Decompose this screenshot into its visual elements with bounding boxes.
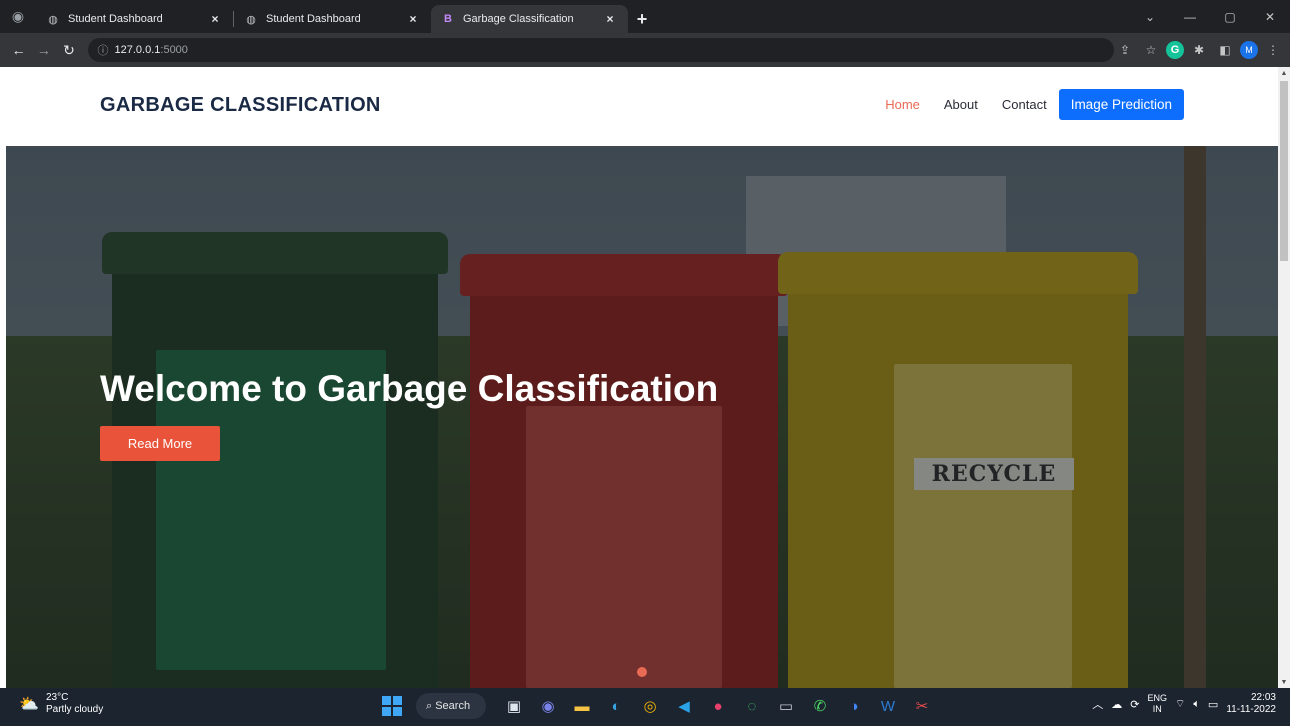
forward-arrow-icon[interactable]: →	[31, 37, 56, 63]
side-panel-icon[interactable]: ◧	[1214, 39, 1236, 61]
tray-chevron-up-icon[interactable]: ︿	[1092, 696, 1103, 712]
extensions-puzzle-icon[interactable]: ✱	[1188, 39, 1210, 61]
site-logo[interactable]: GARBAGE CLASSIFICATION	[100, 94, 381, 117]
loading-ring-icon[interactable]: ◌	[738, 692, 766, 720]
profile-avatar[interactable]: M	[1240, 41, 1258, 59]
wifi-icon[interactable]: ⌔	[1175, 697, 1185, 711]
tab-close-icon[interactable]: ×	[207, 11, 223, 27]
chrome-icon[interactable]: ◎	[636, 692, 664, 720]
taskbar-search-label: Search	[435, 700, 471, 712]
taskbar-apps: ⌕ Search ▣ ◉ ▬ ◐ ◎ ◀ ● ◌ ▭ ✆ ◑ W ✂	[382, 692, 936, 720]
scroll-down-arrow-icon[interactable]: ▼	[1278, 676, 1290, 688]
word-icon[interactable]: W	[874, 692, 902, 720]
tab-title: Garbage Classification	[463, 13, 574, 25]
url-port: :5000	[160, 44, 188, 56]
share-icon[interactable]: ⇪	[1114, 39, 1136, 61]
window-controls: ⌄ — ▢ ✕	[1130, 0, 1290, 33]
toolbar-actions: ⇪ ☆ G ✱ ◧ M ⋮	[1114, 39, 1284, 61]
address-bar[interactable]: ⓘ 127.0.0.1 :5000	[87, 38, 1114, 62]
language-code: ENG	[1147, 693, 1167, 703]
url-host: 127.0.0.1	[114, 44, 161, 56]
tab-search-icon[interactable]: ◉	[0, 0, 36, 33]
task-view-icon[interactable]: ▣	[500, 692, 528, 720]
browser-menu-icon[interactable]: ⋮	[1262, 39, 1284, 61]
browser-tab-strip: ◉ ◍ Student Dashboard × ◍ Student Dashbo…	[0, 0, 1290, 33]
globe-icon: ◍	[246, 13, 256, 26]
mail-app-icon[interactable]: ▭	[772, 692, 800, 720]
tab-student-dashboard-1[interactable]: ◍ Student Dashboard ×	[36, 5, 233, 33]
tab-list-chevron-icon[interactable]: ⌄	[1130, 0, 1170, 33]
weather-temperature: 23°C	[46, 692, 69, 703]
back-arrow-icon[interactable]: ←	[6, 37, 31, 63]
battery-icon[interactable]: ▭	[1208, 698, 1218, 711]
chrome-profile-icon[interactable]: ◑	[840, 692, 868, 720]
windows-start-icon[interactable]	[382, 696, 402, 716]
site-info-icon[interactable]: ⓘ	[98, 42, 109, 58]
close-window-icon[interactable]: ✕	[1250, 0, 1290, 33]
edge-browser-icon[interactable]: ◐	[602, 692, 630, 720]
taskbar-clock[interactable]: 22:03 11-11-2022	[1226, 692, 1276, 716]
bookmark-star-icon[interactable]: ☆	[1140, 39, 1162, 61]
partly-cloudy-icon: ⛅	[19, 696, 39, 713]
whatsapp-icon[interactable]: ✆	[806, 692, 834, 720]
snipping-tool-icon[interactable]: ✂	[908, 692, 936, 720]
tab-student-dashboard-2[interactable]: ◍ Student Dashboard ×	[234, 5, 431, 33]
site-nav-menu: Home About Contact Image Prediction	[861, 89, 1184, 120]
telegram-icon[interactable]: ◀	[670, 692, 698, 720]
weather-text: 23°C Partly cloudy	[46, 692, 103, 716]
site-header: GARBAGE CLASSIFICATION Home About Contac…	[0, 67, 1278, 146]
globe-icon: ◍	[48, 13, 58, 26]
windows-taskbar: ⛅ 23°C Partly cloudy ⌕ Search ▣ ◉ ▬ ◐ ◎ …	[0, 688, 1290, 726]
read-more-button[interactable]: Read More	[100, 426, 220, 461]
sync-icon[interactable]: ⟳	[1130, 698, 1139, 711]
tab-garbage-classification[interactable]: B Garbage Classification ×	[431, 5, 628, 33]
nav-about[interactable]: About	[944, 97, 978, 112]
teams-chat-icon[interactable]: ◉	[534, 692, 562, 720]
hero-overlay	[6, 146, 1278, 688]
image-prediction-button[interactable]: Image Prediction	[1058, 89, 1184, 120]
hero-carousel: RECYCLE Welcome to Garbage Classificatio…	[6, 146, 1278, 688]
language-region: IN	[1152, 704, 1162, 714]
tab-title: Student Dashboard	[68, 13, 163, 25]
clock-time: 22:03	[1250, 692, 1276, 703]
onedrive-cloud-icon[interactable]: ☁	[1111, 698, 1122, 711]
scrollbar-thumb[interactable]	[1280, 81, 1288, 261]
search-icon: ⌕	[426, 699, 436, 712]
browser-toolbar: ← → ↻ ⓘ 127.0.0.1 :5000 ⇪ ☆ G ✱ ◧ M ⋮	[0, 33, 1290, 67]
bootstrap-icon: B	[441, 12, 455, 26]
hero-title: Welcome to Garbage Classification	[100, 368, 719, 409]
reload-icon[interactable]: ↻	[56, 37, 81, 63]
scroll-up-arrow-icon[interactable]: ▲	[1278, 67, 1290, 79]
file-explorer-icon[interactable]: ▬	[568, 692, 596, 720]
app-pink-icon[interactable]: ●	[704, 692, 732, 720]
weather-condition: Partly cloudy	[46, 704, 104, 715]
tab-title: Student Dashboard	[266, 13, 361, 25]
system-tray: ︿ ☁ ⟳ ENG IN ⌔ 🔈︎ ▭ 22:03 11-11-2022	[1092, 692, 1276, 716]
clock-date: 11-11-2022	[1226, 704, 1276, 715]
language-indicator[interactable]: ENG IN	[1147, 693, 1167, 715]
grammarly-extension-icon[interactable]: G	[1166, 41, 1184, 59]
page-viewport: GARBAGE CLASSIFICATION Home About Contac…	[0, 67, 1290, 688]
page-scrollbar[interactable]: ▲ ▼	[1278, 67, 1290, 688]
tab-close-icon[interactable]: ×	[405, 11, 421, 27]
weather-widget[interactable]: ⛅ 23°C Partly cloudy	[18, 692, 103, 716]
new-tab-button[interactable]: +	[628, 5, 656, 33]
volume-icon[interactable]: 🔈︎	[1193, 698, 1200, 711]
tab-close-icon[interactable]: ×	[602, 11, 618, 27]
carousel-indicator[interactable]	[637, 667, 647, 677]
nav-home[interactable]: Home	[885, 97, 920, 112]
nav-contact[interactable]: Contact	[1002, 97, 1047, 112]
taskbar-search[interactable]: ⌕ Search	[416, 693, 486, 719]
minimize-icon[interactable]: —	[1170, 0, 1210, 33]
restore-icon[interactable]: ▢	[1210, 0, 1250, 33]
